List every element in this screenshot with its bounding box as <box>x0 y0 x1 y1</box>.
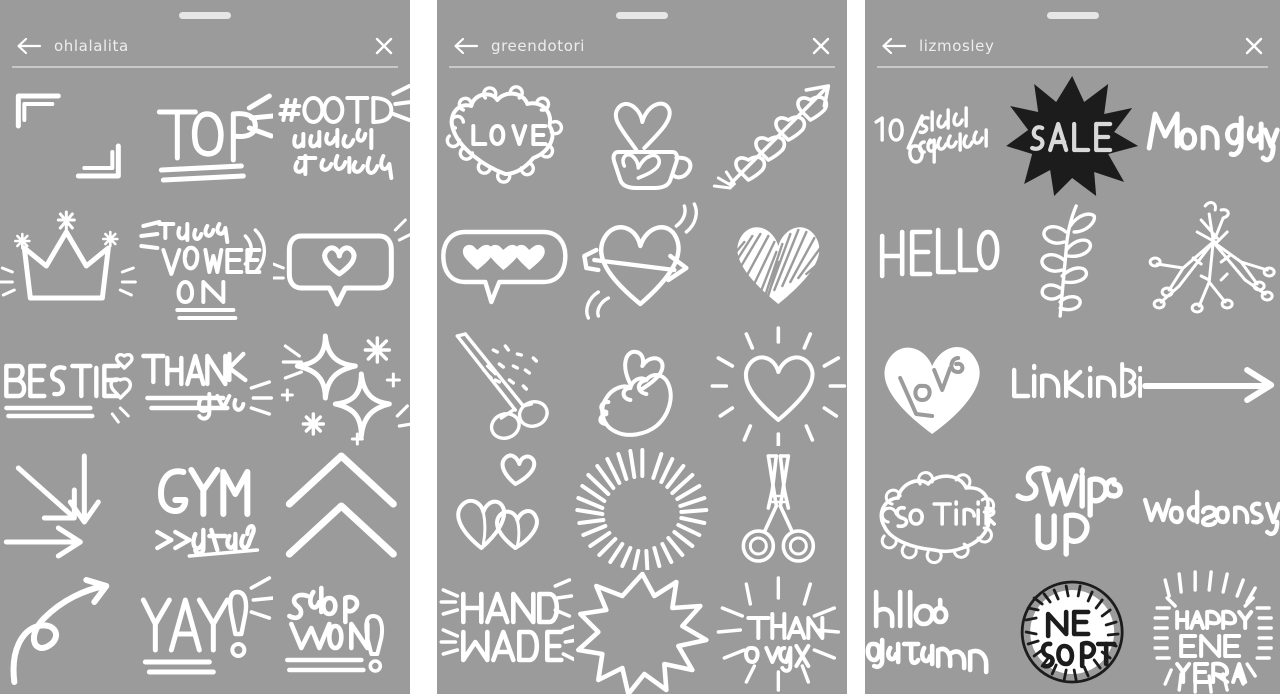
back-arrow-icon[interactable] <box>451 34 481 58</box>
sticker-sparkles-cluster[interactable] <box>273 322 410 446</box>
back-arrow-icon[interactable] <box>879 34 909 58</box>
sticker-panel-greendotori: greendotori <box>437 0 847 694</box>
header-divider <box>12 66 398 68</box>
sticker-starburst-outline[interactable] <box>574 570 711 694</box>
close-icon[interactable] <box>809 34 833 58</box>
sticker-swipe-up-text[interactable] <box>1003 446 1141 570</box>
drag-handle[interactable] <box>179 12 231 19</box>
sticker-hearts-trail-arrow[interactable] <box>710 74 847 198</box>
sticker-so-tired-cloud-text[interactable] <box>865 446 1003 570</box>
sticker-grid <box>865 74 1280 694</box>
header-divider <box>449 66 835 68</box>
sticker-hello-autumn-text[interactable] <box>865 570 1003 694</box>
sticker-sparkling-crown[interactable] <box>0 198 137 322</box>
sticker-hello-text[interactable] <box>865 198 1003 322</box>
sticker-panel-lizmosley: lizmosley <box>865 0 1280 694</box>
header-divider <box>877 66 1268 68</box>
sticker-panel-ohlalalita: ohlalalita <box>0 0 410 694</box>
sticker-scissors-with-confetti[interactable] <box>437 322 574 446</box>
sticker-double-up-chevrons[interactable] <box>273 446 410 570</box>
sticker-three-small-hearts[interactable] <box>437 446 574 570</box>
sticker-filled-heart-love-text[interactable] <box>865 322 1003 446</box>
sticker-monday-text[interactable] <box>1142 74 1280 198</box>
sticker-ten-out-of-ten-would-recommend-text[interactable] <box>865 74 1003 198</box>
sticker-sunburst-circle[interactable] <box>574 446 711 570</box>
username-label: lizmosley <box>919 37 995 55</box>
sticker-heart-with-arrow[interactable] <box>574 198 711 322</box>
sticker-yay-text[interactable] <box>137 570 274 694</box>
sticker-heart-speech-bubble[interactable] <box>273 198 410 322</box>
drag-handle[interactable] <box>616 12 668 19</box>
sticker-sale-starburst-badge[interactable] <box>1003 74 1141 198</box>
panel-header: greendotori <box>437 28 847 64</box>
sticker-grid <box>437 74 847 694</box>
panel-gap-2 <box>847 0 865 694</box>
username-label: greendotori <box>491 37 586 55</box>
sticker-shop-now-text[interactable] <box>273 570 410 694</box>
sticker-thank-you-text[interactable] <box>137 322 274 446</box>
sticker-floral-bouquet[interactable] <box>1142 198 1280 322</box>
sticker-link-in-bio-text[interactable] <box>1003 322 1142 446</box>
sticker-coffee-cup-heart-steam[interactable] <box>574 74 711 198</box>
sticker-top-text[interactable] <box>137 74 274 198</box>
close-icon[interactable] <box>1242 34 1266 58</box>
sticker-picker-screen: ohlalalita greendotori lizmosley <box>0 0 1280 694</box>
sticker-radiating-heart[interactable] <box>710 322 847 446</box>
sticker-converging-arrows[interactable] <box>0 446 137 570</box>
panel-header: ohlalalita <box>0 28 410 64</box>
sticker-thank-you-rays-text[interactable] <box>710 570 847 694</box>
sticker-upright-scissors[interactable] <box>710 446 847 570</box>
panel-gap-1 <box>410 0 437 694</box>
sticker-happy-new-year-rays-text[interactable] <box>1142 570 1280 694</box>
sticker-gym-time-text[interactable] <box>137 446 274 570</box>
sticker-hand-made-text[interactable] <box>437 570 574 694</box>
sticker-grid <box>0 74 410 694</box>
sticker-finger-heart-hand[interactable] <box>574 322 711 446</box>
sticker-wednesday-text[interactable] <box>1142 446 1280 570</box>
sticker-corner-frame-brackets[interactable] <box>0 74 137 198</box>
back-arrow-icon[interactable] <box>14 34 44 58</box>
drag-handle[interactable] <box>1046 12 1099 19</box>
sticker-long-right-arrow[interactable] <box>1141 322 1280 446</box>
panel-header: lizmosley <box>865 28 1280 64</box>
sticker-new-post-wreath-badge[interactable] <box>1003 570 1141 694</box>
sticker-scribbled-heart[interactable] <box>710 198 847 322</box>
sticker-curly-loop-arrow[interactable] <box>0 570 137 694</box>
sticker-cloud-heart-love-text[interactable] <box>437 74 574 198</box>
sticker-ootd-outfit-of-the-day-text[interactable] <box>273 74 410 198</box>
sticker-turn-volume-on-text[interactable] <box>137 198 274 322</box>
sticker-leafy-sprig[interactable] <box>1003 198 1141 322</box>
username-label: ohlalalita <box>54 37 129 55</box>
sticker-three-hearts-speech-bubble[interactable] <box>437 198 574 322</box>
close-icon[interactable] <box>372 34 396 58</box>
sticker-bestie-hearts-text[interactable] <box>0 322 137 446</box>
